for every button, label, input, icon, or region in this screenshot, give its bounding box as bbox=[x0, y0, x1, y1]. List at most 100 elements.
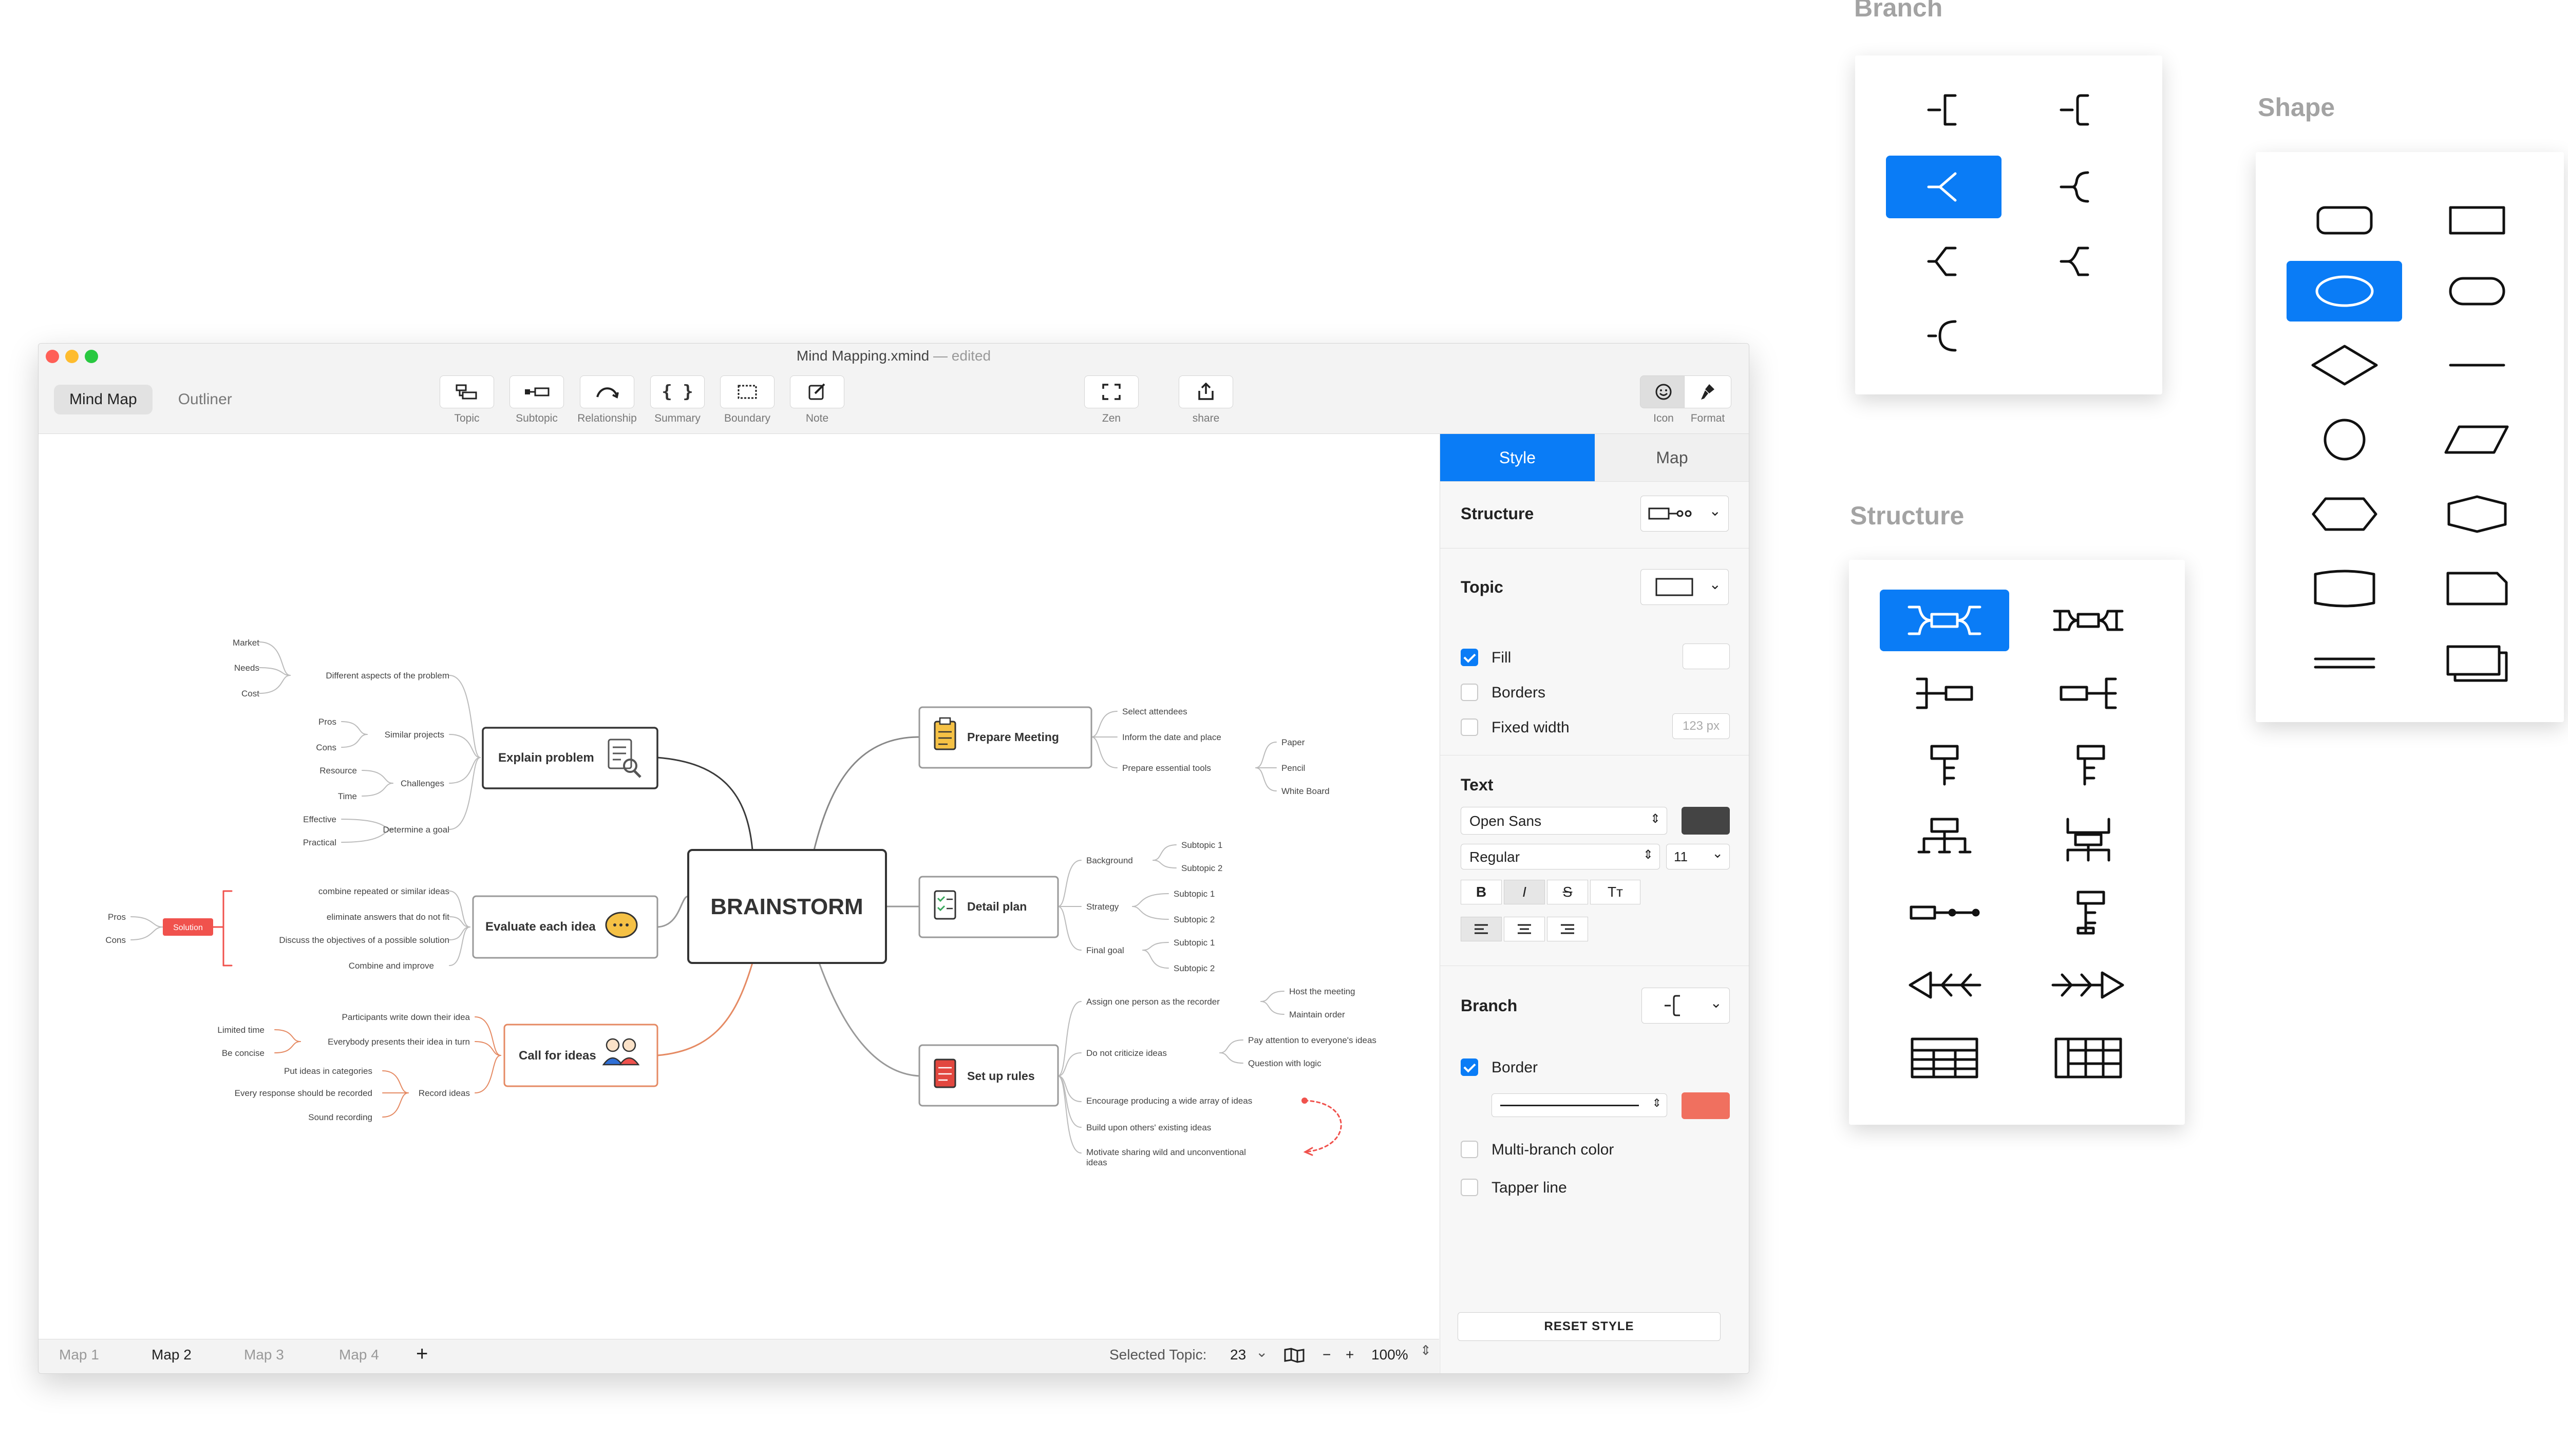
bold-button[interactable]: B bbox=[1461, 880, 1502, 904]
zoom-in-button[interactable]: + bbox=[1346, 1347, 1354, 1363]
map-view-button[interactable] bbox=[1284, 1348, 1305, 1366]
shape-option[interactable] bbox=[2287, 191, 2402, 250]
topic-set-up-rules[interactable]: Set up rules bbox=[918, 1044, 1059, 1107]
shape-option[interactable] bbox=[2419, 334, 2535, 396]
chat-bubble-icon bbox=[605, 912, 638, 938]
subtopic: Do not criticize ideas bbox=[1086, 1048, 1167, 1058]
italic-button[interactable]: I bbox=[1504, 880, 1545, 904]
structure-option[interactable] bbox=[1880, 881, 2009, 943]
updown-icon[interactable]: ⇕ bbox=[1420, 1342, 1431, 1358]
branch-option[interactable] bbox=[2018, 81, 2134, 139]
tab-mind-map[interactable]: Mind Map bbox=[54, 385, 153, 414]
font-family-select[interactable]: Open Sans ⇕ bbox=[1461, 807, 1667, 835]
fill-checkbox[interactable] bbox=[1461, 649, 1478, 666]
central-topic[interactable]: BRAINSTORM bbox=[687, 849, 887, 964]
align-left-button[interactable] bbox=[1461, 917, 1502, 941]
structure-option[interactable] bbox=[2024, 590, 2153, 651]
structure-option[interactable] bbox=[2024, 881, 2153, 943]
line-style-select[interactable]: ⇕ bbox=[1491, 1093, 1667, 1117]
branch-option[interactable] bbox=[1886, 230, 2001, 293]
chevron-down-icon[interactable]: ⌄ bbox=[1256, 1344, 1268, 1360]
map-tab-1[interactable]: Map 1 bbox=[59, 1347, 99, 1363]
map-tab-2[interactable]: Map 2 bbox=[152, 1347, 192, 1363]
note-button[interactable]: Note bbox=[786, 375, 848, 425]
topic-prepare-meeting[interactable]: Prepare Meeting bbox=[918, 706, 1092, 769]
shape-option-selected[interactable] bbox=[2287, 261, 2402, 322]
reset-style-button[interactable]: RESET STYLE bbox=[1458, 1312, 1721, 1341]
map-tab-3[interactable]: Map 3 bbox=[244, 1347, 284, 1363]
font-weight-select[interactable]: Regular ⇕ bbox=[1461, 844, 1660, 869]
text-case-button[interactable]: Tт bbox=[1590, 880, 1640, 904]
structure-option[interactable] bbox=[2024, 954, 2153, 1016]
structure-option[interactable] bbox=[1880, 735, 2009, 797]
text-color-swatch[interactable] bbox=[1682, 807, 1730, 835]
structure-option[interactable] bbox=[1880, 663, 2009, 724]
shape-option[interactable] bbox=[2419, 409, 2535, 470]
tab-outliner[interactable]: Outliner bbox=[163, 385, 248, 414]
relationship-button[interactable]: Relationship bbox=[576, 375, 638, 425]
multi-branch-checkbox[interactable] bbox=[1461, 1141, 1478, 1158]
topic-explain-problem[interactable]: Explain problem bbox=[482, 727, 658, 789]
topic-button[interactable]: Topic bbox=[436, 375, 498, 425]
structure-dropdown[interactable]: ⌄ bbox=[1640, 496, 1729, 532]
tapper-line-checkbox[interactable] bbox=[1461, 1179, 1478, 1196]
fixed-width-checkbox[interactable] bbox=[1461, 718, 1478, 736]
subtopic: Everybody presents their idea in turn bbox=[328, 1037, 470, 1047]
branch-option[interactable] bbox=[2018, 156, 2134, 218]
borders-checkbox[interactable] bbox=[1461, 684, 1478, 701]
branch-option[interactable] bbox=[2018, 230, 2134, 293]
topic-shape-dropdown[interactable]: ⌄ bbox=[1640, 569, 1729, 605]
branch-option-selected[interactable] bbox=[1886, 156, 2001, 218]
width-input[interactable]: 123 px bbox=[1672, 713, 1730, 739]
tab-map[interactable]: Map bbox=[1595, 434, 1749, 481]
structure-option[interactable] bbox=[2024, 1027, 2153, 1089]
structure-option[interactable] bbox=[2024, 663, 2153, 724]
topic-call-for-ideas[interactable]: Call for ideas bbox=[503, 1024, 658, 1087]
tab-style[interactable]: Style bbox=[1440, 434, 1595, 481]
branch-style-dropdown[interactable]: ⌄ bbox=[1641, 988, 1730, 1024]
shape-option[interactable] bbox=[2419, 191, 2535, 250]
structure-option-selected[interactable] bbox=[1880, 590, 2009, 651]
shape-option[interactable] bbox=[2419, 632, 2535, 694]
shape-option[interactable] bbox=[2287, 632, 2402, 694]
format-panel-button[interactable]: Format bbox=[1682, 375, 1733, 425]
structure-option[interactable] bbox=[1880, 1027, 2009, 1089]
share-button[interactable]: share bbox=[1175, 375, 1237, 425]
border-checkbox[interactable] bbox=[1461, 1058, 1478, 1076]
subtopic-button[interactable]: Subtopic bbox=[506, 375, 568, 425]
shape-option[interactable] bbox=[2287, 334, 2402, 396]
branch-option[interactable] bbox=[1886, 305, 2001, 367]
branch-option[interactable] bbox=[1886, 81, 2001, 139]
strikethrough-button[interactable]: S bbox=[1547, 880, 1588, 904]
structure-option[interactable] bbox=[1880, 954, 2009, 1016]
subtopic: White Board bbox=[1281, 786, 1330, 796]
call-subtopics: Participants write down their idea Every… bbox=[217, 1012, 470, 1122]
map-tab-4[interactable]: Map 4 bbox=[339, 1347, 379, 1363]
shape-option[interactable] bbox=[2419, 483, 2535, 545]
add-map-button[interactable]: + bbox=[416, 1342, 428, 1366]
structure-option[interactable] bbox=[2024, 735, 2153, 797]
font-size-select[interactable]: 11 ⌄ bbox=[1666, 844, 1730, 869]
zen-button[interactable]: Zen bbox=[1081, 375, 1142, 425]
shape-option[interactable] bbox=[2287, 558, 2402, 619]
fill-color-swatch[interactable] bbox=[1683, 644, 1730, 669]
structure-option[interactable] bbox=[1880, 808, 2009, 870]
subtopic: Sound recording bbox=[308, 1112, 372, 1122]
shape-option[interactable] bbox=[2287, 409, 2402, 470]
shape-option[interactable] bbox=[2419, 261, 2535, 322]
zoom-out-button[interactable]: − bbox=[1323, 1347, 1331, 1363]
boundary-button[interactable]: Boundary bbox=[716, 375, 778, 425]
topic-detail-plan[interactable]: Detail plan bbox=[918, 876, 1059, 938]
summary-button[interactable]: { } Summary bbox=[647, 375, 708, 425]
align-right-button[interactable] bbox=[1547, 917, 1588, 941]
shape-option[interactable] bbox=[2287, 483, 2402, 545]
shape-option[interactable] bbox=[2419, 558, 2535, 619]
border-color-swatch[interactable] bbox=[1682, 1092, 1730, 1119]
mind-map-canvas[interactable]: BRAINSTORM Explain problem Evaluate each… bbox=[39, 434, 1439, 1339]
icon-panel-button[interactable]: Icon bbox=[1638, 375, 1689, 425]
align-center-button[interactable] bbox=[1504, 917, 1545, 941]
topic-evaluate-idea[interactable]: Evaluate each idea bbox=[472, 895, 658, 959]
subtopic: Participants write down their idea bbox=[342, 1012, 470, 1022]
status-bar: Map 1 Map 2 Map 3 Map 4 + Selected Topic… bbox=[39, 1339, 1439, 1373]
structure-option[interactable] bbox=[2024, 808, 2153, 870]
